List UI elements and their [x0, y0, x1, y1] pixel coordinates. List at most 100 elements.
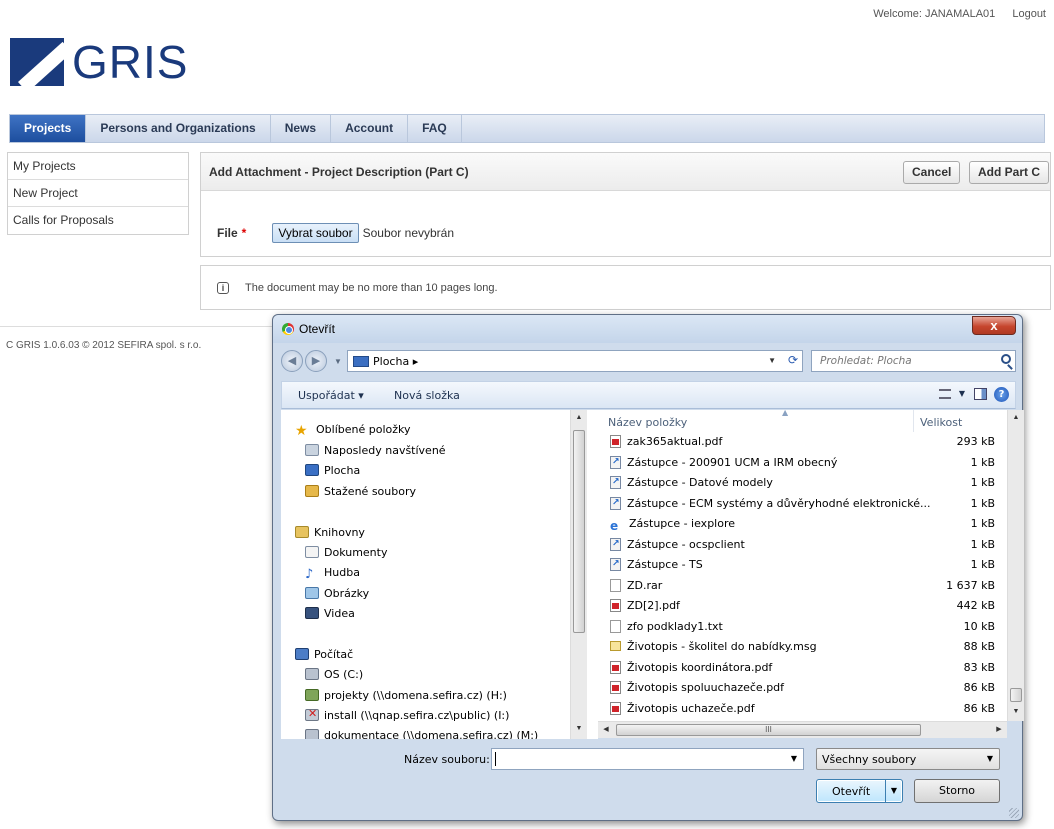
gris-logo[interactable]: GRIS — [10, 36, 188, 88]
help-icon[interactable]: ? — [994, 387, 1009, 402]
view-dropdown-icon[interactable]: ▼ — [959, 389, 965, 398]
scroll-up-icon[interactable]: ▲ — [571, 410, 587, 426]
tree-item-music[interactable]: ♪ Hudba — [305, 566, 360, 581]
file-row[interactable]: Zástupce - 200901 UCM a IRM obecný 1 kB — [598, 453, 1007, 473]
drive-icon — [305, 668, 319, 680]
file-row[interactable]: Životopis - školitel do nabídky.msg 88 kB — [598, 637, 1007, 657]
close-button[interactable]: x — [972, 316, 1016, 335]
file-name: zak365aktual.pdf — [610, 435, 722, 448]
nav-projects[interactable]: Projects — [10, 115, 87, 142]
pdf-file-icon — [610, 681, 621, 694]
add-part-c-button[interactable]: Add Part C — [969, 161, 1050, 184]
address-bar[interactable]: Plocha ▸ ▼ ⟳ — [347, 350, 803, 372]
tree-item-pictures[interactable]: Obrázky — [305, 587, 369, 600]
tree-item-favorites[interactable]: ★ Oblíbené položky — [295, 423, 411, 439]
list-hscroll-thumb[interactable]: III — [616, 724, 921, 736]
tree-item-drive-i[interactable]: install (\\qnap.sefira.cz\public) (I:) — [305, 707, 509, 722]
file-icon — [610, 578, 621, 592]
search-input[interactable]: Prohledat: Plocha — [811, 350, 1016, 372]
info-icon: i — [217, 281, 229, 294]
scroll-up-icon[interactable]: ▲ — [1008, 410, 1024, 426]
file-row[interactable]: Zástupce - Datové modely 1 kB — [598, 473, 1007, 493]
file-row[interactable]: Životopis spoluuchazeče.pdf 86 kB — [598, 678, 1007, 698]
file-row[interactable]: Zástupce - TS 1 kB — [598, 555, 1007, 575]
cancel-button[interactable]: Cancel — [903, 161, 961, 184]
dialog-titlebar[interactable]: Otevřít x — [273, 315, 1022, 343]
open-label: Otevřít — [832, 785, 871, 798]
filename-input[interactable]: ▼ — [491, 748, 804, 770]
file-size: 293 kB — [956, 435, 995, 448]
file-row[interactable]: ZD.rar 1 637 kB — [598, 576, 1007, 596]
file-row[interactable]: Zástupce - ocspclient 1 kB — [598, 535, 1007, 555]
file-row[interactable]: ZD[2].pdf 442 kB — [598, 596, 1007, 616]
tree-scrollbar[interactable]: ▲ ▼ — [570, 410, 587, 739]
resize-grip-icon[interactable] — [1009, 808, 1019, 818]
chrome-icon — [282, 323, 294, 335]
refresh-icon[interactable]: ⟳ — [788, 353, 798, 367]
nav-news[interactable]: News — [271, 115, 332, 142]
column-name[interactable]: Název položky — [608, 416, 687, 429]
nav-faq[interactable]: FAQ — [408, 115, 462, 142]
tree-item-videos[interactable]: Videa — [305, 607, 355, 620]
footer: C GRIS 1.0.6.03 © 2012 SEFIRA spol. s r.… — [6, 340, 201, 351]
tree-item-computer[interactable]: Počítač — [295, 648, 353, 661]
sidebar-item-calls-for-proposals[interactable]: Calls for Proposals — [8, 207, 188, 234]
shortcut-icon — [610, 496, 621, 510]
list-hscrollbar[interactable]: ◀ III ▶ — [598, 721, 1007, 738]
address-breadcrumb[interactable]: Plocha ▸ — [373, 355, 418, 368]
main-nav: Projects Persons and Organizations News … — [9, 114, 1045, 143]
view-options-icon[interactable] — [939, 389, 951, 399]
list-scroll-thumb[interactable] — [1010, 688, 1022, 702]
search-icon[interactable] — [1001, 354, 1011, 364]
back-button[interactable]: ◀ — [281, 350, 303, 372]
tree-item-libraries[interactable]: Knihovny — [295, 526, 365, 539]
tree-item-recent[interactable]: Naposledy navštívené — [305, 444, 446, 457]
scroll-down-icon[interactable]: ▼ — [571, 721, 587, 737]
pane-splitter[interactable] — [587, 410, 598, 739]
file-row[interactable]: Životopis uchazeče.pdf 86 kB — [598, 699, 1007, 719]
tree-item-drive-h[interactable]: projekty (\\domena.sefira.cz) (H:) — [305, 689, 507, 702]
logo-mark-icon — [10, 38, 64, 86]
scroll-right-icon[interactable]: ▶ — [991, 722, 1007, 738]
sidebar: My Projects New Project Calls for Propos… — [7, 152, 189, 235]
column-size[interactable]: Velikost — [920, 416, 962, 429]
history-dropdown-icon[interactable]: ▼ — [334, 357, 342, 366]
logout-link[interactable]: Logout — [1012, 8, 1046, 20]
pdf-file-icon — [610, 435, 621, 448]
open-options-icon[interactable]: ▼ — [885, 780, 902, 802]
forward-button[interactable]: ▶ — [305, 350, 327, 372]
list-scrollbar[interactable]: ▲ ▼ — [1007, 410, 1024, 721]
tree-item-desktop[interactable]: Plocha — [305, 464, 360, 477]
nav-persons-organizations[interactable]: Persons and Organizations — [86, 115, 271, 142]
storno-button[interactable]: Storno — [914, 779, 1000, 803]
open-button[interactable]: Otevřít ▼ — [816, 779, 903, 803]
tree-item-documents[interactable]: Dokumenty — [305, 546, 387, 559]
file-row[interactable]: zak365aktual.pdf 293 kB — [598, 432, 1007, 452]
sidebar-item-new-project[interactable]: New Project — [8, 180, 188, 207]
filetype-select[interactable]: Všechny soubory ▼ — [816, 748, 1000, 770]
tree-item-downloads[interactable]: Stažené soubory — [305, 485, 416, 498]
new-folder-button[interactable]: Nová složka — [394, 389, 460, 402]
nav-account[interactable]: Account — [331, 115, 409, 142]
sidebar-item-my-projects[interactable]: My Projects — [8, 153, 188, 180]
organize-button[interactable]: Uspořádat ▾ — [298, 389, 364, 402]
file-row[interactable]: Zástupce - ECM systémy a důvěryhodné ele… — [598, 494, 1007, 514]
file-row[interactable]: zfo podklady1.txt 10 kB — [598, 617, 1007, 637]
filename-dropdown-icon[interactable]: ▼ — [791, 754, 797, 763]
address-dropdown-icon[interactable]: ▼ — [768, 356, 776, 365]
column-separator[interactable] — [913, 410, 914, 432]
file-size: 83 kB — [963, 660, 995, 674]
file-row[interactable]: Životopis koordinátora.pdf 83 kB — [598, 658, 1007, 678]
choose-file-button[interactable]: Vybrat soubor — [272, 223, 359, 243]
tree-item-drive-m[interactable]: dokumentace (\\domena.sefira.cz) (M:) — [305, 729, 538, 739]
file-name: zfo podklady1.txt — [610, 619, 723, 633]
navigation-tree: ★ Oblíbené položky Naposledy navštívené P… — [281, 410, 578, 739]
tree-item-drive-c[interactable]: OS (C:) — [305, 668, 363, 681]
shortcut-icon — [610, 476, 621, 489]
scroll-down-icon[interactable]: ▼ — [1008, 704, 1024, 720]
scroll-left-icon[interactable]: ◀ — [598, 722, 614, 738]
file-size: 1 637 kB — [946, 578, 995, 592]
tree-scroll-thumb[interactable] — [573, 430, 585, 633]
file-row[interactable]: e Zástupce - iexplore 1 kB — [598, 514, 1007, 534]
preview-pane-icon[interactable] — [974, 388, 987, 400]
